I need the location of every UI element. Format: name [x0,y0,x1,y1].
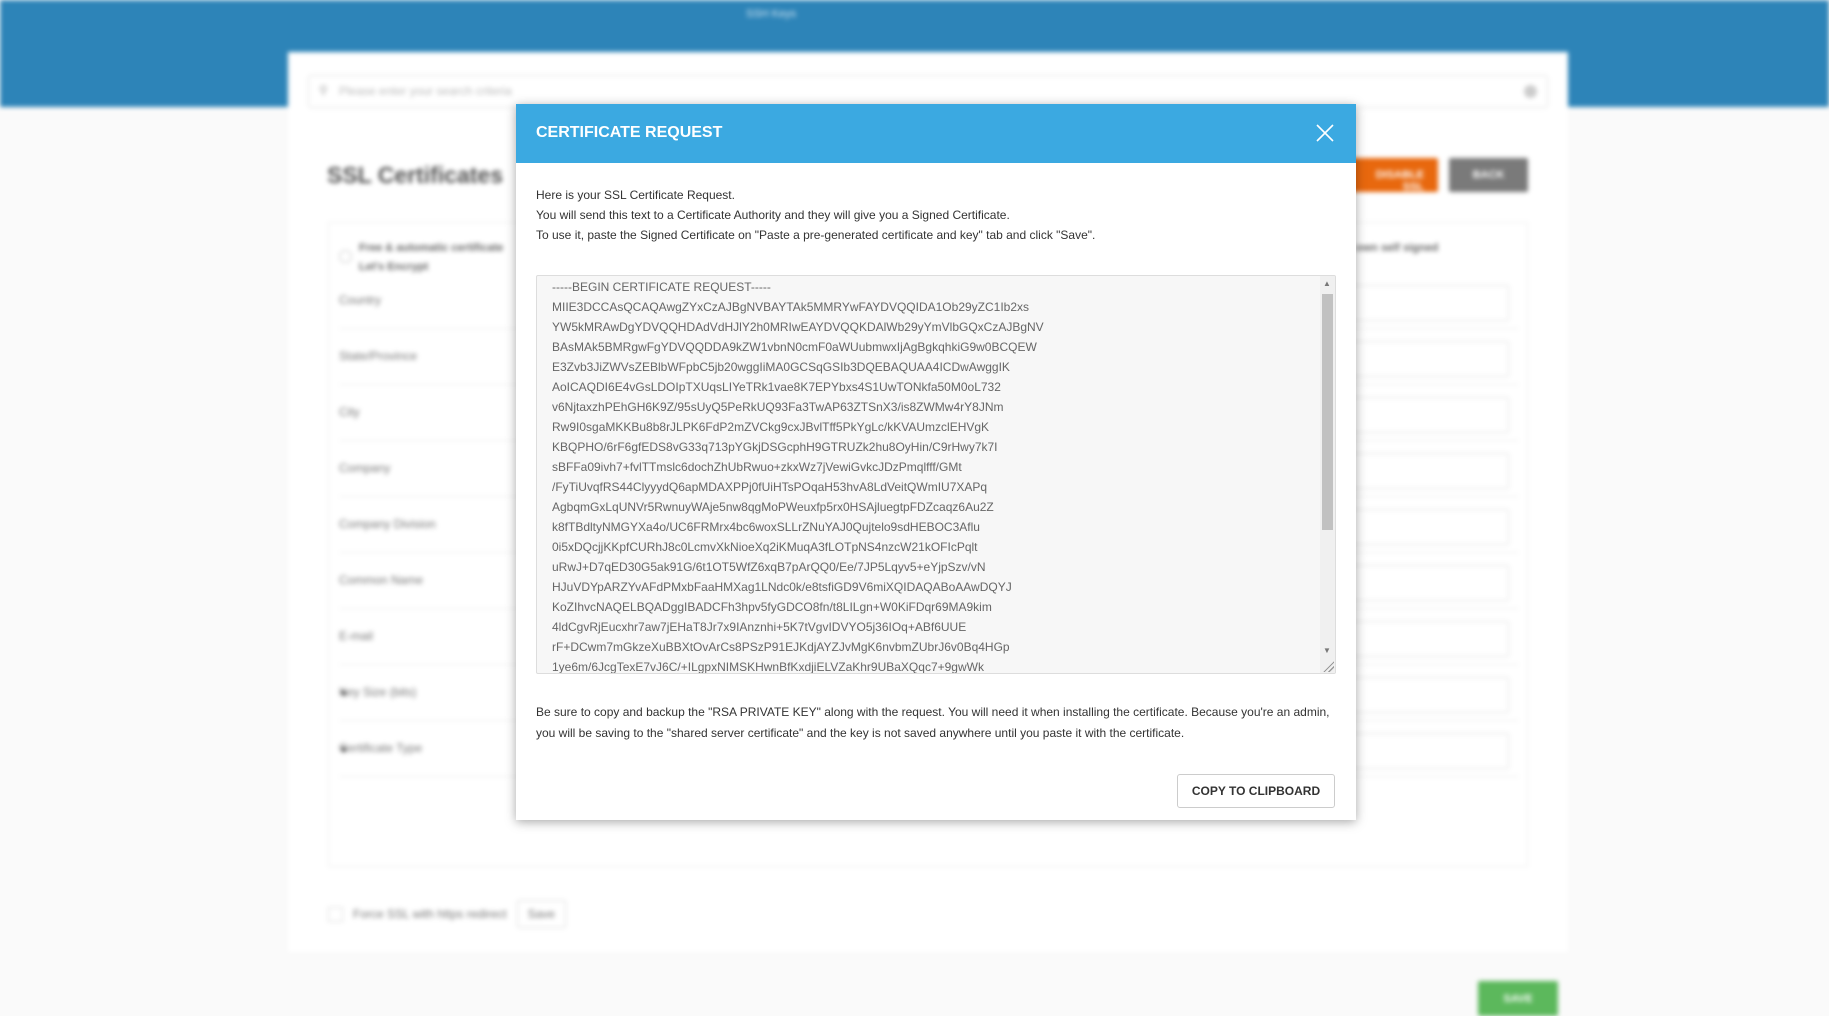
force-ssl-row: Force SSL with https redirect Save [328,900,566,928]
field-label: E-mail [339,629,374,643]
force-ssl-save-button[interactable]: Save [516,900,566,928]
scrollbar-thumb[interactable] [1322,294,1333,530]
intro-line: To use it, paste the Signed Certificate … [536,228,1096,242]
csr-text[interactable]: -----BEGIN CERTIFICATE REQUEST----- MIIE… [537,276,1335,673]
field-label: Country [339,293,382,307]
modal-title: CERTIFICATE REQUEST [536,124,723,141]
field-input[interactable] [1334,621,1509,657]
back-button[interactable]: BACK [1449,158,1528,192]
breadcrumb-ssh-keys[interactable]: SSH Keys [746,8,796,20]
scroll-down-icon[interactable]: ▼ [1323,646,1331,655]
field-label: State/Province [339,349,418,363]
field-input[interactable] [1334,509,1509,545]
force-ssl-label: Force SSL with https redirect [353,907,507,921]
field-label: Company Division [339,517,436,531]
resize-grip-icon[interactable] [1322,660,1334,672]
field-input[interactable] [1334,565,1509,601]
search-icon: ⚲ [319,83,328,97]
field-input[interactable] [1334,285,1509,321]
field-input[interactable] [1334,397,1509,433]
force-ssl-checkbox[interactable] [328,906,343,922]
save-button[interactable]: SAVE [1478,981,1558,1016]
field-input[interactable] [1334,453,1509,489]
intro-line: You will send this text to a Certificate… [536,208,1010,222]
certificate-request-modal: CERTIFICATE REQUEST Here is your SSL Cer… [516,104,1356,820]
modal-header: CERTIFICATE REQUEST [516,104,1356,163]
page-title: SSL Certificates [327,162,503,188]
textarea-scrollbar[interactable]: ▲ ▼ [1320,276,1335,673]
intro-line: Here is your SSL Certificate Request. [536,188,735,202]
scroll-up-icon[interactable]: ▲ [1323,279,1331,288]
close-icon[interactable] [1310,118,1340,148]
field-label: City [339,405,360,419]
csr-textarea[interactable]: -----BEGIN CERTIFICATE REQUEST----- MIIE… [536,275,1336,674]
backup-note: Be sure to copy and backup the "RSA PRIV… [536,705,1330,740]
search-options-icon[interactable] [1524,85,1537,98]
field-label: Company [339,461,391,475]
field-input[interactable] [1334,341,1509,377]
modal-intro: Here is your SSL Certificate Request. Yo… [536,185,1095,245]
lets-encrypt-radio[interactable] [339,250,352,263]
search-placeholder: Please enter your search criteria [339,84,512,98]
field-label: Common Name [339,573,424,587]
copy-to-clipboard-button[interactable]: COPY TO CLIPBOARD [1177,774,1335,808]
option-lets-encrypt[interactable]: Free & automatic certificate Let's Encry… [359,239,503,277]
